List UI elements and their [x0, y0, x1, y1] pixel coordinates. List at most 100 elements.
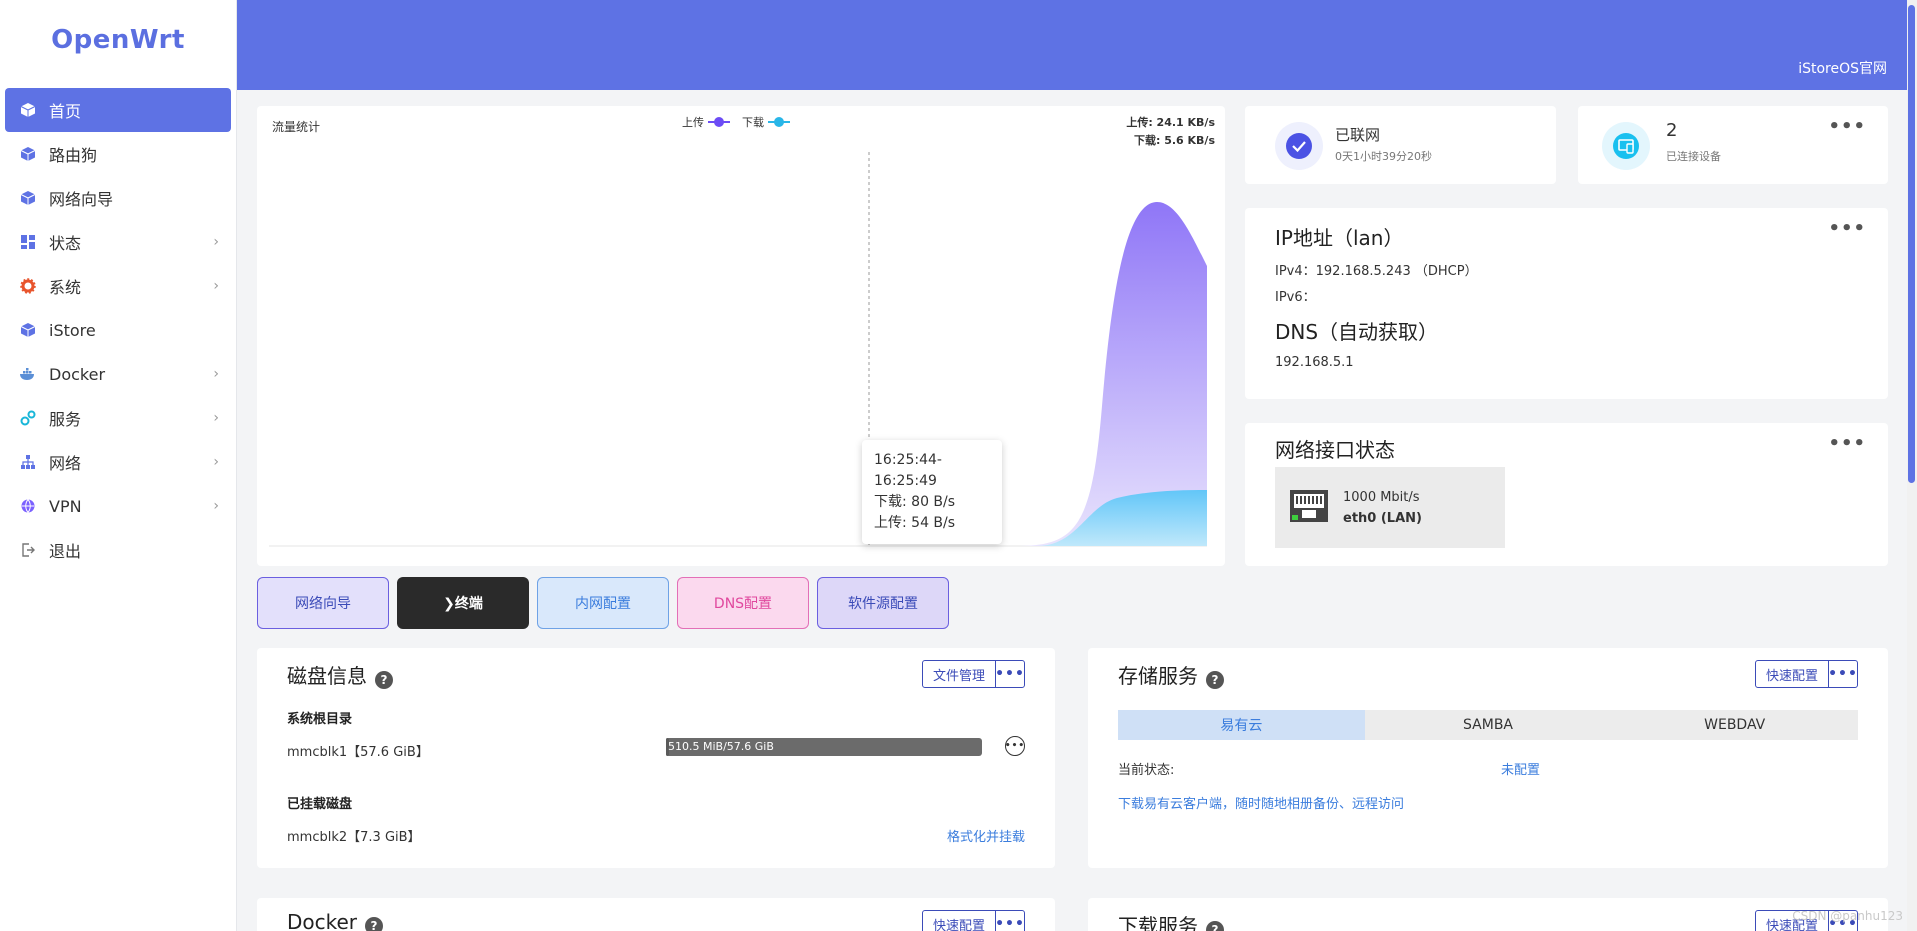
sidebar-item-label: VPN: [49, 496, 82, 516]
sidebar-item-label: 状态: [49, 234, 82, 253]
mounted-device: mmcblk2【7.3 GiB】: [287, 830, 421, 845]
dashboard-icon: [19, 233, 37, 251]
traffic-chart[interactable]: [257, 106, 1225, 566]
help-icon[interactable]: ?: [1206, 670, 1224, 689]
sidebar-item-label: 系统: [49, 278, 82, 297]
chevron-right-icon: ›: [213, 498, 219, 514]
sidebar-item-label: 服务: [49, 410, 82, 429]
tab-samba[interactable]: SAMBA: [1364, 710, 1612, 740]
connected-uptime: 0天1小时39分20秒: [1335, 150, 1432, 163]
devices-label: 已连接设备: [1666, 150, 1721, 163]
more-options-button[interactable]: •••: [995, 911, 1024, 931]
root-usage-bar: 510.5 MiB/57.6 GiB: [666, 738, 982, 756]
download-heading: 下载服务?: [1118, 910, 1224, 931]
dns-config-button[interactable]: DNS配置: [677, 577, 809, 629]
ipv6-label: IPv6：: [1275, 290, 1316, 305]
help-icon[interactable]: ?: [365, 916, 384, 931]
connected-check-icon: [1275, 122, 1323, 170]
interface-eth0[interactable]: 1000 Mbit/s eth0 (LAN): [1275, 467, 1505, 548]
sidebar-item-vpn[interactable]: VPN ›: [5, 484, 231, 528]
disk-info-card: 磁盘信息? 文件管理 ••• 系统根目录 mmcblk1【57.6 GiB】 5…: [257, 648, 1055, 868]
help-icon[interactable]: ?: [375, 670, 393, 689]
ip-title: IP地址（lan）: [1275, 226, 1404, 250]
more-options-button[interactable]: •••: [1828, 661, 1857, 687]
download-service-card: 下载服务? 快速配置 •••: [1088, 898, 1888, 931]
ipv4-value: 192.168.5.243 （DHCP）: [1315, 264, 1478, 279]
chevron-right-icon: ›: [213, 234, 219, 250]
traffic-chart-card: 流量统计 上传 下载 上传: 24.1 KB/s 下载: 5.6 KB/s 16…: [257, 106, 1225, 566]
cube-icon: [19, 321, 37, 339]
openwrt-logo[interactable]: OpenWrt: [0, 0, 236, 80]
cube-icon: [19, 145, 37, 163]
istoreos-site-link[interactable]: iStoreOS官网: [1798, 58, 1887, 78]
tab-yiyouyun[interactable]: 易有云: [1118, 710, 1365, 740]
storage-service-card: 存储服务? 快速配置 ••• 易有云 SAMBA WEBDAV 当前状态: 未配…: [1088, 648, 1888, 868]
more-menu-button[interactable]: •••: [1828, 218, 1866, 239]
quick-config-button[interactable]: 快速配置: [1756, 661, 1829, 687]
sidebar-item-home[interactable]: 首页: [5, 88, 231, 132]
tooltip-download: 下载: 80 B/s: [874, 494, 956, 510]
sidebar-item-label: 网络向导: [49, 190, 114, 209]
sidebar-item-system[interactable]: 系统 ›: [5, 264, 231, 308]
sidebar-item-status[interactable]: 状态 ›: [5, 220, 231, 264]
sidebar-item-label: Docker: [49, 364, 106, 384]
page-scrollbar[interactable]: [1907, 0, 1917, 931]
sidebar-item-network-wizard[interactable]: 网络向导: [5, 176, 231, 220]
storage-status-value[interactable]: 未配置: [1501, 759, 1540, 778]
ipv4-row: IPv4：192.168.5.243 （DHCP）: [1275, 260, 1478, 279]
help-icon[interactable]: ?: [1206, 920, 1224, 931]
connection-status-card: 已联网 0天1小时39分20秒: [1245, 106, 1556, 184]
network-tree-icon: [19, 453, 37, 471]
sidebar-item-docker[interactable]: Docker ›: [5, 352, 231, 396]
tooltip-upload: 上传: 54 B/s: [874, 515, 956, 531]
ethernet-port-icon: [1289, 488, 1329, 528]
tab-webdav[interactable]: WEBDAV: [1611, 710, 1859, 740]
format-mount-link[interactable]: 格式化并挂载: [947, 826, 1025, 845]
sidebar-item-istore[interactable]: iStore: [5, 308, 231, 352]
tooltip-time: 16:25:44-16:25:49: [874, 452, 942, 489]
storage-heading: 存储服务?: [1118, 660, 1224, 689]
sidebar-item-label: iStore: [49, 320, 96, 340]
sidebar-item-router-dog[interactable]: 路由狗: [5, 132, 231, 176]
dns-value: 192.168.5.1: [1275, 355, 1354, 370]
chevron-right-icon: ›: [213, 278, 219, 294]
more-menu-button[interactable]: •••: [1828, 116, 1866, 137]
scrollbar-thumb[interactable]: [1908, 5, 1915, 483]
disk-title: 磁盘信息: [287, 664, 367, 688]
interface-speed: 1000 Mbit/s: [1343, 489, 1420, 505]
cube-icon: [19, 101, 37, 119]
docker-heading: Docker?: [287, 910, 384, 931]
sidebar-item-logout[interactable]: 退出: [5, 528, 231, 572]
devices-count: 2: [1666, 120, 1678, 141]
more-menu-button[interactable]: •••: [1828, 433, 1866, 454]
sidebar-item-network[interactable]: 网络 ›: [5, 440, 231, 484]
ipv4-label: IPv4：: [1275, 264, 1316, 279]
file-manager-button[interactable]: 文件管理: [923, 661, 996, 687]
devices-icon: [1602, 122, 1650, 170]
disk-heading: 磁盘信息?: [287, 660, 393, 689]
terminal-button[interactable]: ❯终端: [397, 577, 529, 629]
interface-name: eth0 (LAN): [1343, 510, 1422, 526]
connected-title: 已联网: [1335, 126, 1381, 144]
software-source-config-button[interactable]: 软件源配置: [817, 577, 949, 629]
sidebar-item-label: 网络: [49, 454, 82, 473]
more-options-button[interactable]: •••: [995, 661, 1024, 687]
docker-title: Docker: [287, 910, 358, 931]
network-wizard-button[interactable]: 网络向导: [257, 577, 389, 629]
storage-title: 存储服务: [1118, 664, 1198, 688]
download-client-link[interactable]: 下载易有云客户端，随时随地相册备份、远程访问: [1118, 793, 1404, 812]
sidebar-item-services[interactable]: 服务 ›: [5, 396, 231, 440]
download-title: 下载服务: [1118, 914, 1198, 931]
interface-title: 网络接口状态: [1275, 438, 1395, 462]
root-device: mmcblk1【57.6 GiB】: [287, 745, 429, 760]
sidebar: OpenWrt 首页 路由狗 网络向导 状态 › 系统 › iStore Doc…: [0, 0, 237, 931]
disk-button-group: 文件管理 •••: [921, 660, 1025, 688]
mounted-disk-title: 已挂载磁盘: [287, 797, 353, 812]
lan-config-button[interactable]: 内网配置: [537, 577, 669, 629]
docker-card: Docker? 快速配置 •••: [257, 898, 1055, 931]
interface-info: 1000 Mbit/s eth0 (LAN): [1343, 490, 1422, 526]
disk-more-icon[interactable]: •••: [1005, 736, 1025, 756]
storage-status-label: 当前状态:: [1118, 763, 1175, 778]
quick-config-button[interactable]: 快速配置: [923, 911, 996, 931]
chevron-right-icon: ›: [213, 410, 219, 426]
